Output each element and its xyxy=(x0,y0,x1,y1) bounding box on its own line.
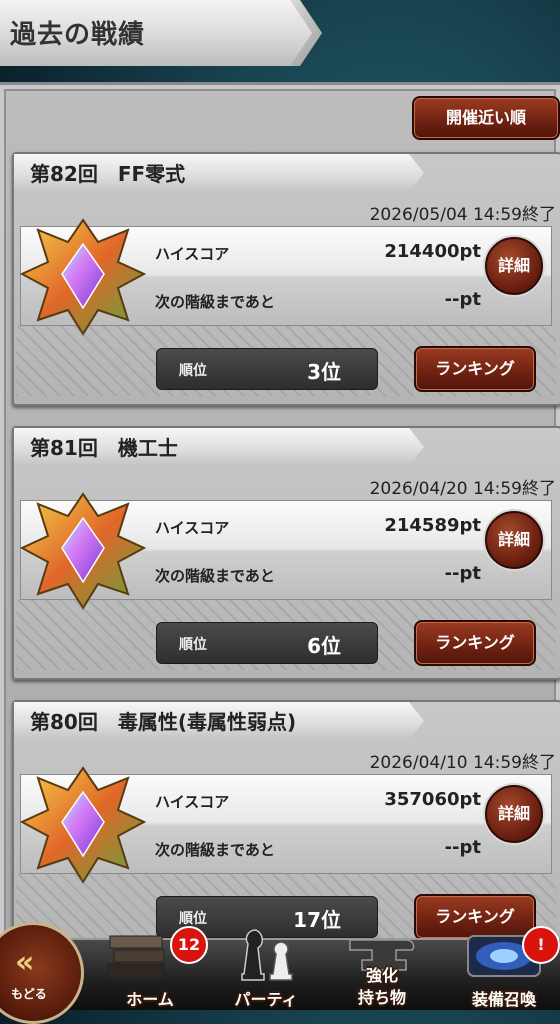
nav-equipment-summon[interactable]: ! 装備召喚 xyxy=(448,900,560,1009)
detail-button[interactable]: 詳細 xyxy=(485,237,543,295)
rank-label: 順位 xyxy=(179,363,207,379)
detail-button[interactable]: 詳細 xyxy=(485,785,543,843)
high-score-label: ハイスコア xyxy=(155,245,230,263)
event-card: 第82回 FF零式 2026/05/04 14:59終了 ハイスコア 21440… xyxy=(12,152,560,406)
high-score-value: 357060pt xyxy=(384,789,481,810)
nav-items-label: 持ち物 xyxy=(357,988,406,1007)
event-title: 第80回 毒属性(毒属性弱点) xyxy=(30,710,297,734)
summon-alert-badge: ! xyxy=(522,926,560,964)
page-title: 過去の戦績 xyxy=(10,20,146,50)
nav-enhance-items[interactable]: 強化 持ち物 xyxy=(332,900,432,1008)
ranking-button[interactable]: ランキング xyxy=(414,346,536,392)
rank-label: 順位 xyxy=(179,637,207,653)
bottom-navigation: « もどる 12 ホーム パーティ 強化 持ち物 ! 装備召喚 xyxy=(0,900,560,1024)
nav-enhance-label: 強化 xyxy=(365,966,398,985)
event-card: 第81回 機工士 2026/04/20 14:59終了 ハイスコア 214589… xyxy=(12,426,560,680)
next-rank-value: --pt xyxy=(444,289,481,310)
event-end-date: 2026/05/04 14:59終了 xyxy=(369,205,556,225)
crystal-emblem-icon xyxy=(19,492,147,610)
book-stack-icon xyxy=(107,935,165,979)
next-rank-label: 次の階級まであと xyxy=(155,293,275,311)
high-score-value: 214589pt xyxy=(384,515,481,536)
home-notification-badge: 12 xyxy=(170,926,208,964)
next-rank-value: --pt xyxy=(444,563,481,584)
double-chevron-left-icon: « xyxy=(15,945,35,980)
nav-home-label: ホーム xyxy=(126,990,174,1009)
rank-value: 3位 xyxy=(307,360,341,384)
sort-button[interactable]: 開催近い順 xyxy=(412,96,560,140)
crystal-emblem-icon xyxy=(19,766,147,884)
crystal-emblem-icon xyxy=(19,218,147,336)
detail-button[interactable]: 詳細 xyxy=(485,511,543,569)
high-score-label: ハイスコア xyxy=(155,519,230,537)
high-score-value: 214400pt xyxy=(384,241,481,262)
nav-party-label: パーティ xyxy=(234,990,298,1009)
next-rank-label: 次の階級まであと xyxy=(155,841,275,859)
next-rank-label: 次の階級まであと xyxy=(155,567,275,585)
nav-party[interactable]: パーティ xyxy=(216,900,316,1009)
chess-pieces-icon xyxy=(241,929,293,981)
back-label: もどる xyxy=(11,987,47,1001)
nav-home[interactable]: 12 ホーム xyxy=(100,900,208,1009)
nav-summon-label: 装備召喚 xyxy=(471,990,536,1009)
event-end-date: 2026/04/10 14:59終了 xyxy=(369,753,556,773)
ranking-button[interactable]: ランキング xyxy=(414,620,536,666)
rank-box: 順位 6位 xyxy=(156,622,378,664)
high-score-label: ハイスコア xyxy=(155,793,230,811)
event-title: 第81回 機工士 xyxy=(30,436,178,460)
rank-box: 順位 3位 xyxy=(156,348,378,390)
rank-value: 6位 xyxy=(307,634,341,658)
next-rank-value: --pt xyxy=(444,837,481,858)
event-end-date: 2026/04/20 14:59終了 xyxy=(369,479,556,499)
event-title: 第82回 FF零式 xyxy=(30,162,186,186)
